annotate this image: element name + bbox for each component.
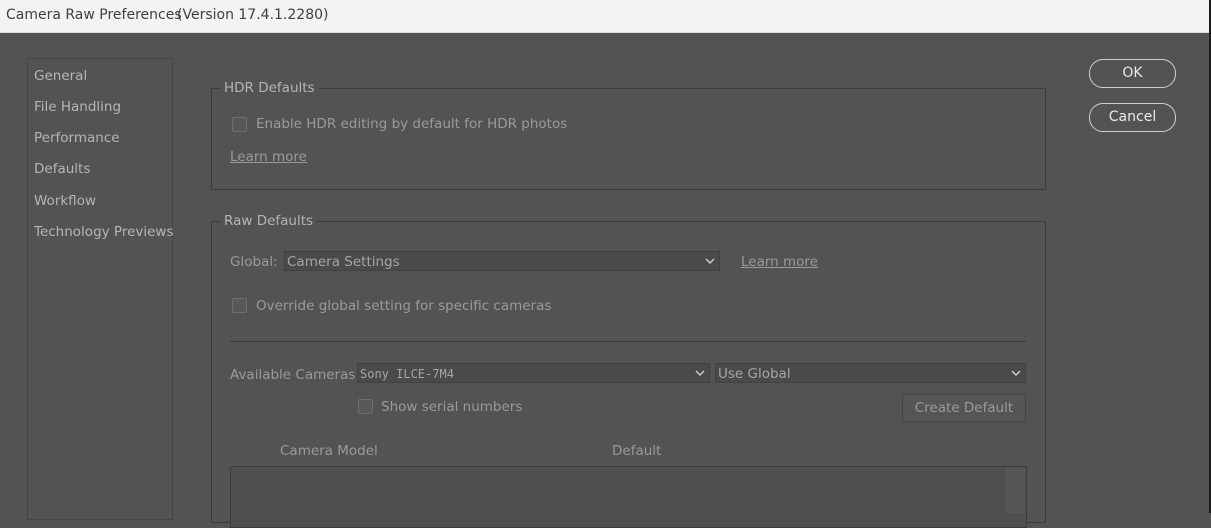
- camera-select-value: Sony ILCE-7M4: [360, 367, 454, 381]
- sidebar-item-performance[interactable]: Performance: [34, 130, 120, 146]
- sidebar-item-general[interactable]: General: [34, 68, 87, 84]
- list-scrollbar[interactable]: [1005, 467, 1025, 513]
- divider: [230, 341, 1026, 342]
- hdr-learn-more-link[interactable]: Learn more: [230, 149, 307, 165]
- global-select-value: Camera Settings: [287, 254, 400, 270]
- window-title: Camera Raw Preferences: [6, 7, 182, 23]
- window-version: (Version 17.4.1.2280): [177, 7, 329, 23]
- sidebar-item-file-handling[interactable]: File Handling: [34, 99, 121, 115]
- serial-numbers-label: Show serial numbers: [381, 399, 523, 415]
- column-camera-model: Camera Model: [280, 443, 378, 459]
- camera-select[interactable]: Sony ILCE-7M4: [357, 363, 710, 383]
- title-bar: Camera Raw Preferences (Version 17.4.1.2…: [0, 0, 1209, 33]
- hdr-defaults-group: HDR Defaults: [211, 80, 1046, 190]
- serial-numbers-checkbox[interactable]: [358, 399, 373, 414]
- hdr-enable-label: Enable HDR editing by default for HDR ph…: [256, 116, 568, 132]
- chevron-down-icon: [695, 370, 705, 376]
- preferences-sidebar: General File Handling Performance Defaul…: [27, 58, 174, 520]
- global-select[interactable]: Camera Settings: [284, 251, 720, 271]
- create-default-button[interactable]: Create Default: [902, 394, 1026, 422]
- sidebar-item-workflow[interactable]: Workflow: [34, 193, 96, 209]
- global-label: Global:: [230, 254, 278, 270]
- sidebar-item-defaults[interactable]: Defaults: [34, 161, 90, 177]
- column-default: Default: [612, 443, 662, 459]
- camera-setting-value: Use Global: [718, 366, 791, 382]
- raw-defaults-title: Raw Defaults: [220, 213, 318, 229]
- ok-button[interactable]: OK: [1089, 59, 1176, 88]
- override-checkbox[interactable]: [232, 298, 247, 313]
- raw-learn-more-link[interactable]: Learn more: [741, 254, 818, 270]
- chevron-down-icon: [1011, 370, 1021, 376]
- camera-setting-select[interactable]: Use Global: [715, 363, 1026, 383]
- available-cameras-label: Available Cameras:: [230, 367, 360, 383]
- sidebar-item-technology-previews[interactable]: Technology Previews: [34, 224, 174, 240]
- hdr-defaults-title: HDR Defaults: [220, 80, 319, 96]
- chevron-down-icon: [705, 258, 715, 264]
- cancel-button[interactable]: Cancel: [1089, 103, 1176, 132]
- camera-defaults-list[interactable]: [230, 466, 1027, 528]
- hdr-enable-checkbox[interactable]: [232, 117, 247, 132]
- override-label: Override global setting for specific cam…: [256, 298, 552, 314]
